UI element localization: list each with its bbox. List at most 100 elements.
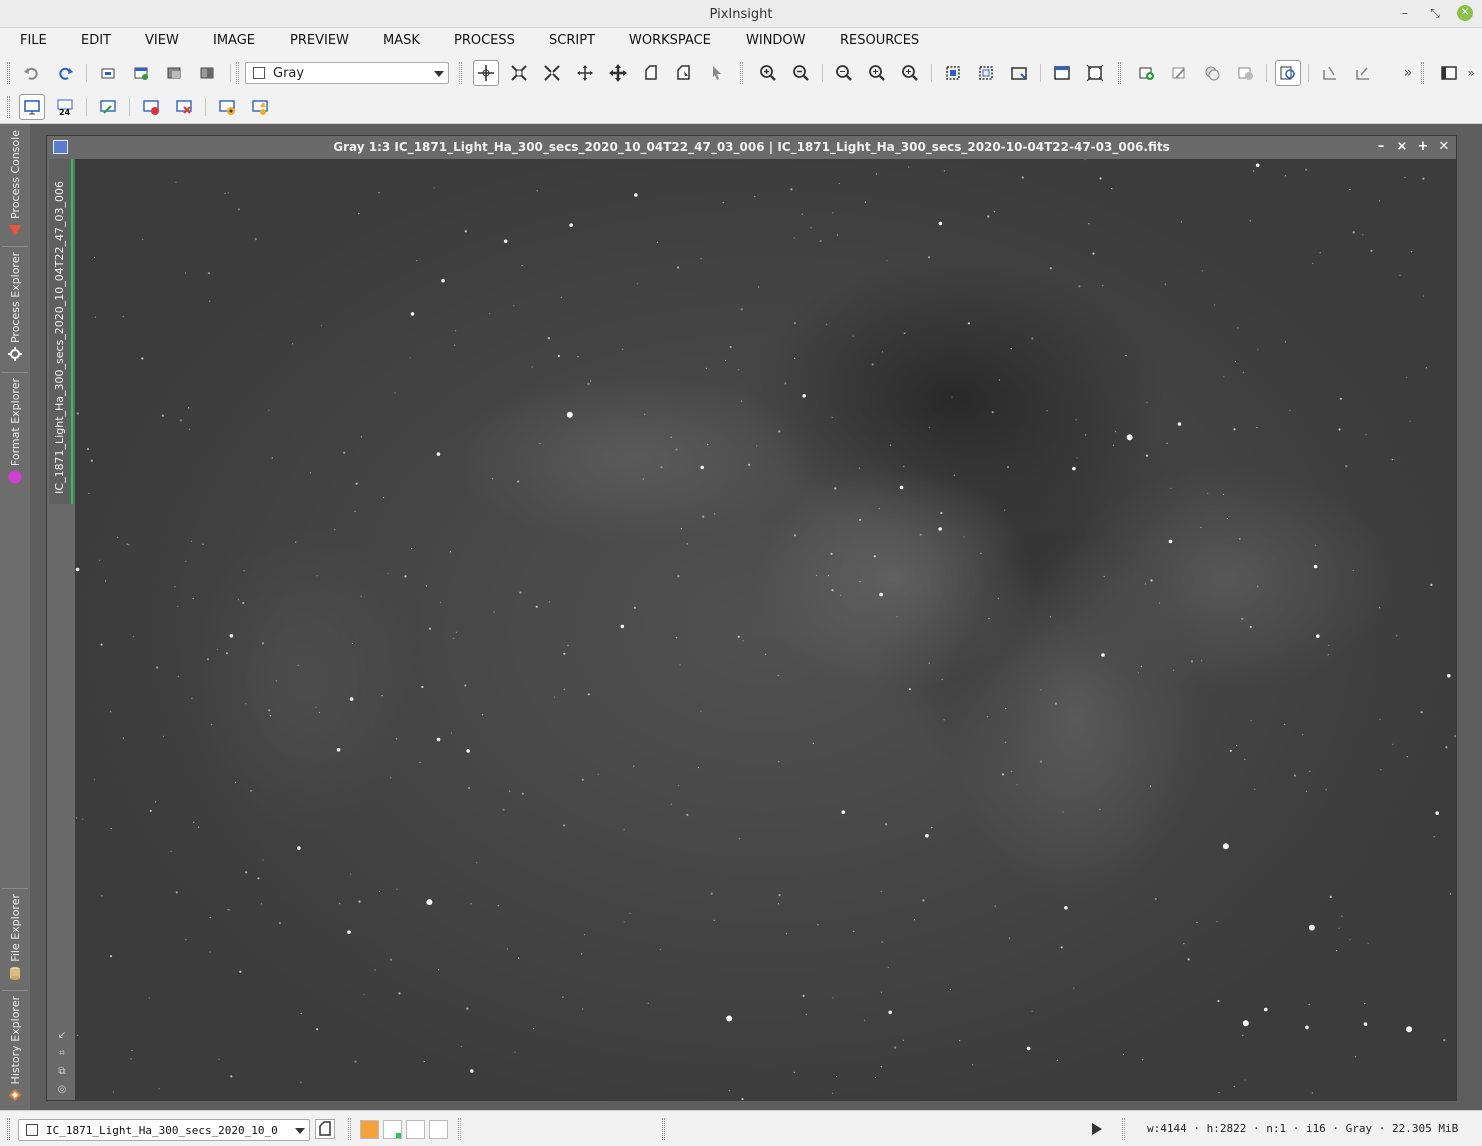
toolbar-overflow-right-icon[interactable]: » xyxy=(1462,60,1480,86)
maximize-window-icon[interactable]: + xyxy=(1415,139,1431,155)
new-preview-icon[interactable] xyxy=(638,60,664,86)
new-instance-icon[interactable] xyxy=(95,60,121,86)
zoom-2-1-icon[interactable] xyxy=(897,60,923,86)
view-icon xyxy=(26,1124,38,1136)
target-view-mini-icon[interactable]: ◎ xyxy=(56,1084,68,1096)
redo-icon[interactable] xyxy=(52,60,78,86)
restore-icon[interactable]: ⤡ xyxy=(1427,5,1443,21)
toolbar-grip[interactable] xyxy=(1122,1118,1125,1140)
dock-tab-file-explorer[interactable]: File Explorer xyxy=(4,894,26,980)
mask-show-swatch[interactable] xyxy=(406,1120,425,1139)
zoom-out-icon[interactable] xyxy=(788,60,814,86)
view-identifier-strip: IC_1871_Light_Ha_300_secs_2020_10_04T22_… xyxy=(47,159,75,1100)
boosted-stretch-icon[interactable] xyxy=(247,94,273,120)
toolbar-grip[interactable] xyxy=(348,1118,351,1140)
disable-stf-icon[interactable] xyxy=(171,94,197,120)
delete-icon-icon[interactable] xyxy=(1232,60,1258,86)
new-icon-icon[interactable] xyxy=(1133,60,1159,86)
iconize-window-icon[interactable]: ⨯ xyxy=(1394,139,1410,155)
panel-layout-icon[interactable] xyxy=(1436,60,1462,86)
select-region-icon[interactable] xyxy=(973,60,999,86)
dock-tab-history-explorer[interactable]: History Explorer xyxy=(4,996,26,1102)
dock-tab-label: File Explorer xyxy=(8,894,22,962)
window-resize-icon[interactable] xyxy=(1006,60,1032,86)
toolbar-grip[interactable] xyxy=(7,62,10,84)
play-icon[interactable] xyxy=(1092,1123,1102,1135)
menu-file[interactable]: FILE xyxy=(20,33,47,48)
menu-preview[interactable]: PREVIEW xyxy=(290,33,349,48)
process-console-icon xyxy=(9,224,21,236)
mask-enabled-swatch[interactable] xyxy=(383,1120,402,1139)
toolbar-grip[interactable] xyxy=(458,1118,461,1140)
preview-icon[interactable] xyxy=(315,1119,335,1139)
minimize-icon[interactable]: – xyxy=(1397,5,1413,21)
menu-window[interactable]: WINDOW xyxy=(746,33,806,48)
dock-tab-process-console[interactable]: Process Console xyxy=(4,130,26,237)
select-cursor-icon[interactable] xyxy=(704,60,730,86)
undo-icon[interactable] xyxy=(19,60,45,86)
secondary-toolbar: 24 xyxy=(0,90,1482,124)
toolbar-overflow-icon[interactable]: » xyxy=(1395,60,1421,86)
menu-workspace[interactable]: WORKSPACE xyxy=(629,33,711,48)
import-icon[interactable] xyxy=(1317,60,1343,86)
edit-preview-icon[interactable] xyxy=(671,60,697,86)
image-window[interactable]: Gray 1:3 IC_1871_Light_Ha_300_secs_2020_… xyxy=(46,135,1457,1101)
duplicate-image-icon[interactable] xyxy=(161,60,187,86)
duplicate-view-mini-icon[interactable]: ⧉ xyxy=(56,1066,68,1078)
close-window-icon[interactable]: ✕ xyxy=(1436,139,1452,155)
stf-link-icon[interactable] xyxy=(95,94,121,120)
screen-transfer-icon[interactable] xyxy=(19,94,45,120)
close-image-icon[interactable] xyxy=(194,60,220,86)
zoom-1-2-icon[interactable] xyxy=(864,60,890,86)
shade-window-icon[interactable]: – xyxy=(1373,139,1389,155)
view-selector[interactable]: IC_1871_Light_Ha_300_secs_2020_10_0 xyxy=(18,1119,310,1141)
fit-window-icon[interactable] xyxy=(1082,60,1108,86)
file-explorer-icon xyxy=(10,966,20,980)
menu-resources[interactable]: RESOURCES xyxy=(840,33,919,48)
new-image-icon[interactable] xyxy=(128,60,154,86)
mask-color-swatch[interactable] xyxy=(360,1120,379,1139)
zoom-1-1-icon[interactable] xyxy=(831,60,857,86)
edit-icon-icon[interactable] xyxy=(1166,60,1192,86)
select-all-icon[interactable] xyxy=(940,60,966,86)
format-explorer-icon xyxy=(8,470,22,484)
menu-view[interactable]: VIEW xyxy=(145,33,179,48)
shrink-view-icon[interactable]: ↙ xyxy=(56,1030,68,1042)
toolbar-grip[interactable] xyxy=(740,62,743,84)
fit-view-mini-icon[interactable]: ⌗ xyxy=(56,1048,68,1060)
toolbar-grip[interactable] xyxy=(662,1118,665,1140)
maximize-window-icon[interactable] xyxy=(1049,60,1075,86)
menu-process[interactable]: PROCESS xyxy=(454,33,515,48)
clone-icon-icon[interactable] xyxy=(1199,60,1225,86)
center-view-icon[interactable] xyxy=(572,60,598,86)
view-identifier-tab[interactable]: IC_1871_Light_Ha_300_secs_2020_10_04T22_… xyxy=(49,159,73,504)
menu-edit[interactable]: EDIT xyxy=(81,33,111,48)
auto-stretch-icon[interactable] xyxy=(214,94,240,120)
toolbar-grip[interactable] xyxy=(7,96,10,118)
image-window-titlebar[interactable]: Gray 1:3 IC_1871_Light_Ha_300_secs_2020_… xyxy=(47,136,1456,159)
close-icon[interactable]: ✕ xyxy=(1457,5,1473,21)
menu-image[interactable]: IMAGE xyxy=(213,33,255,48)
toolbar-grip[interactable] xyxy=(1421,62,1424,84)
toolbar-grip[interactable] xyxy=(459,62,462,84)
24-bit-stf-icon[interactable]: 24 xyxy=(52,94,78,120)
dock-tab-process-explorer[interactable]: Process Explorer xyxy=(4,252,26,362)
zoom-to-fit-icon[interactable] xyxy=(506,60,532,86)
left-dock: Process Console Process Explorer Format … xyxy=(0,124,30,1110)
menu-mask[interactable]: MASK xyxy=(383,33,420,48)
toolbar-grip[interactable] xyxy=(1118,62,1121,84)
image-canvas[interactable] xyxy=(75,159,1456,1100)
process-explorer-toggle-icon[interactable] xyxy=(1275,60,1301,86)
zoom-in-icon[interactable] xyxy=(755,60,781,86)
export-icon[interactable] xyxy=(1350,60,1376,86)
reset-stf-icon[interactable] xyxy=(138,94,164,120)
menu-script[interactable]: SCRIPT xyxy=(549,33,595,48)
mask-invert-swatch[interactable] xyxy=(429,1120,448,1139)
toolbar-grip[interactable] xyxy=(7,1118,10,1140)
dock-tab-format-explorer[interactable]: Format Explorer xyxy=(4,378,26,484)
fit-view-icon[interactable] xyxy=(539,60,565,86)
pan-mode-icon[interactable] xyxy=(605,60,631,86)
colorspace-select[interactable]: Gray xyxy=(245,62,449,84)
toolbar-grip[interactable] xyxy=(236,62,239,84)
readout-mode-icon[interactable] xyxy=(473,60,499,86)
